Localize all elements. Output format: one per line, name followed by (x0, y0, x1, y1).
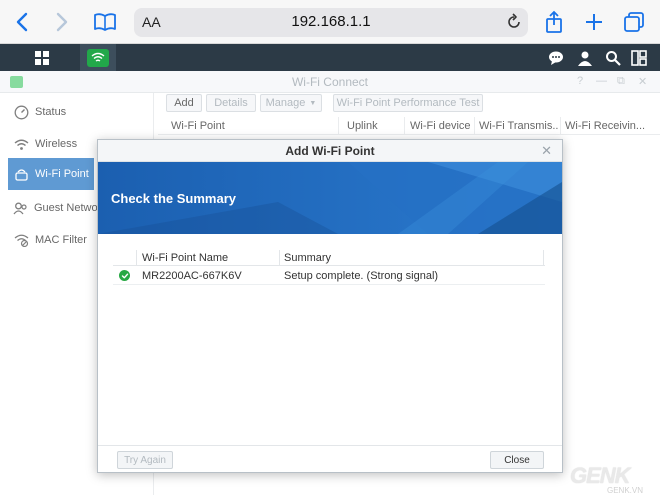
watermark-sub: GENK.VN (607, 486, 644, 495)
wifi-connect-app-icon[interactable] (80, 44, 116, 71)
dsm-taskbar (0, 44, 660, 71)
new-tab-icon[interactable] (580, 8, 608, 36)
address-bar[interactable]: AA 192.168.1.1 (134, 8, 528, 37)
widgets-icon[interactable] (630, 49, 648, 67)
table-header: Wi-Fi Point Name Summary (113, 250, 545, 266)
column-divider (136, 250, 137, 266)
dialog-titlebar: Add Wi-Fi Point ✕ (98, 140, 562, 162)
banner-title: Check the Summary (111, 191, 236, 206)
reload-icon[interactable] (506, 13, 522, 36)
screen: AA 192.168.1.1 Wi-Fi Connect ? — ⧉ ✕ Sta… (0, 0, 660, 495)
wifi-point-name: MR2200AC-667K6V (142, 270, 242, 282)
search-icon[interactable] (604, 49, 622, 67)
tabs-icon[interactable] (620, 8, 648, 36)
column-divider (279, 250, 280, 266)
bookmarks-icon[interactable] (90, 8, 120, 36)
dialog-banner: Check the Summary (98, 162, 562, 234)
watermark-logo: GENK GENK.VN (570, 463, 660, 495)
back-icon[interactable] (8, 8, 36, 36)
dialog-title: Add Wi-Fi Point (285, 144, 375, 158)
column-header[interactable]: Wi-Fi Point Name (142, 252, 228, 264)
share-icon[interactable] (540, 8, 568, 36)
dialog-footer-divider (98, 445, 562, 446)
table-row[interactable]: MR2200AC-667K6V Setup complete. (Strong … (113, 267, 545, 285)
close-icon[interactable]: ✕ (541, 143, 552, 159)
chat-icon[interactable] (547, 49, 565, 67)
column-divider (543, 250, 544, 266)
browser-toolbar: AA 192.168.1.1 (0, 0, 660, 44)
close-button[interactable]: Close (490, 451, 544, 469)
forward-icon[interactable] (48, 8, 76, 36)
check-circle-icon (119, 270, 130, 281)
column-header[interactable]: Summary (284, 252, 331, 264)
main-menu-icon[interactable] (28, 48, 56, 68)
try-again-button[interactable]: Try Again (117, 451, 173, 469)
add-wifi-point-dialog: Add Wi-Fi Point ✕ Check the Summary Wi-F… (97, 139, 563, 473)
summary-text: Setup complete. (Strong signal) (284, 270, 439, 282)
url-text: 192.168.1.1 (291, 13, 371, 30)
user-icon[interactable] (576, 49, 594, 67)
